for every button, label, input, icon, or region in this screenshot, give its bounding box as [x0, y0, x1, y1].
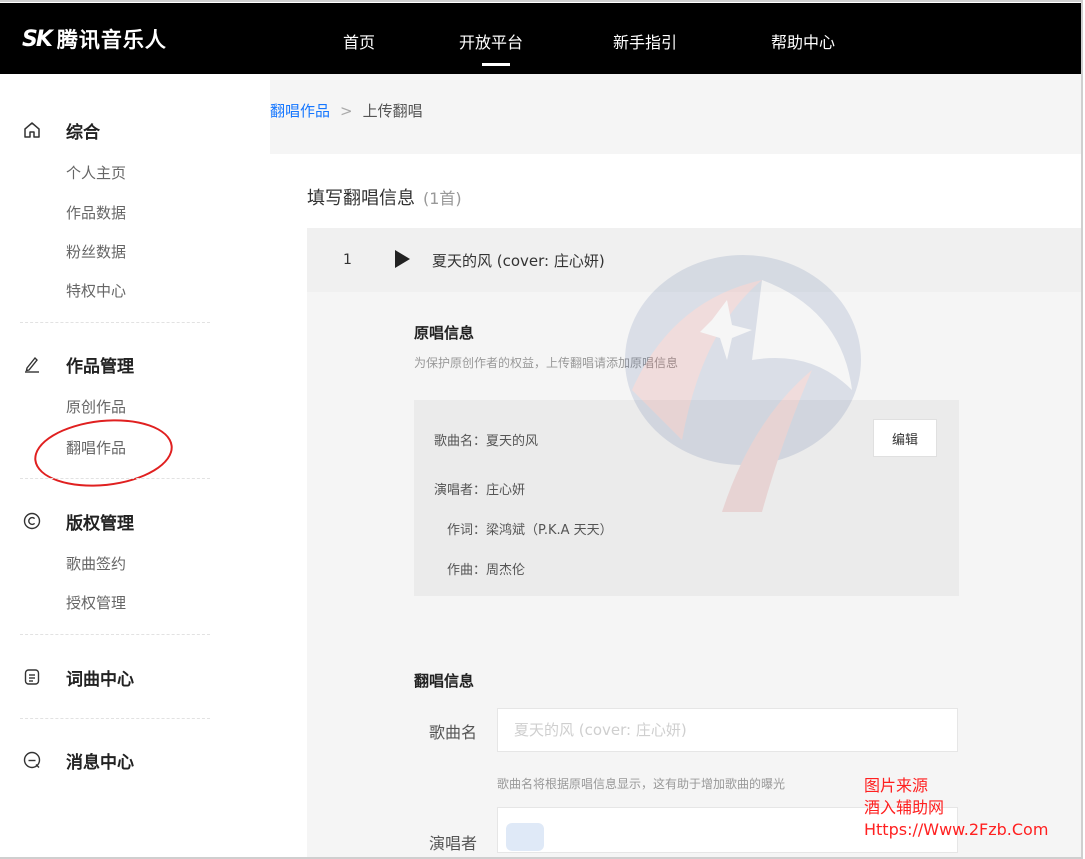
song-title: 夏天的风 (cover: 庄心妍): [432, 252, 605, 270]
song-count: (1首): [423, 189, 462, 208]
original-info-title: 原唱信息: [414, 324, 475, 342]
sidebar-item-work-data[interactable]: 作品数据: [66, 202, 126, 223]
sidebar-item-original-works[interactable]: 原创作品: [66, 396, 126, 417]
sidebar-divider: [20, 718, 210, 719]
singer-label: 演唱者: [429, 834, 478, 853]
sidebar-item-homepage[interactable]: 个人主页: [66, 162, 126, 183]
breadcrumb-separator: >: [340, 102, 353, 120]
sidebar-section-messages[interactable]: 消息中心: [20, 748, 134, 773]
home-icon: [20, 118, 44, 142]
upload-card: 填写翻唱信息 (1首) 1 夏天的风 (cover: 庄心妍) 原唱信息 为保护原…: [270, 154, 1081, 857]
original-lyricist: 作词：梁鸿斌（P.K.A 天天）: [447, 523, 613, 538]
copyright-icon: [20, 509, 44, 533]
stamp-line-1: 图片来源: [864, 776, 929, 795]
main-content: 翻唱作品 > 上传翻唱 填写翻唱信息 (1首) 1 夏天的风 (cover: 庄心妍)…: [270, 74, 1081, 857]
sidebar-divider: [20, 322, 210, 323]
sidebar-section-title: 词曲中心: [66, 669, 134, 690]
song-name-input[interactable]: [497, 708, 958, 752]
sidebar-divider: [20, 634, 210, 635]
document-icon: [20, 665, 44, 689]
logo[interactable]: ЅK 腾讯音乐人: [22, 25, 167, 53]
logo-text: 腾讯音乐人: [56, 28, 167, 52]
sidebar-item-fan-data[interactable]: 粉丝数据: [66, 241, 126, 262]
card-title: 填写翻唱信息 (1首): [307, 184, 462, 210]
sidebar-section-title: 综合: [66, 122, 100, 143]
sidebar-section-title: 版权管理: [66, 513, 134, 534]
card-title-text: 填写翻唱信息: [307, 188, 415, 209]
original-composer: 作曲：周杰伦: [447, 563, 526, 578]
original-info-box: 歌曲名：夏天的风 演唱者：庄心妍 作词：梁鸿斌（P.K.A 天天） 作曲：周杰伦…: [414, 400, 959, 596]
sidebar-section-copyright[interactable]: 版权管理: [20, 509, 134, 534]
sidebar: 综合 个人主页 作品数据 粉丝数据 特权中心 作品管理 原创作品 翻唱作品 版权…: [0, 74, 270, 857]
sidebar-item-privileges[interactable]: 特权中心: [66, 280, 126, 301]
sidebar-item-authorization[interactable]: 授权管理: [66, 592, 126, 613]
song-row[interactable]: 1 夏天的风 (cover: 庄心妍): [307, 228, 1081, 292]
song-name-label: 歌曲名: [429, 723, 478, 742]
sidebar-section-overview[interactable]: 综合: [20, 118, 100, 143]
song-name-help: 歌曲名将根据原唱信息显示，这有助于增加歌曲的曝光: [497, 777, 786, 791]
edit-button[interactable]: 编辑: [873, 419, 937, 457]
breadcrumb-current: 上传翻唱: [362, 102, 423, 120]
sidebar-divider: [20, 478, 210, 479]
source-stamp: 图片来源 酒入辅助网 Https://Www.2Fzb.Com: [864, 775, 1048, 841]
sidebar-section-works[interactable]: 作品管理: [20, 352, 134, 377]
sidebar-section-title: 作品管理: [66, 356, 134, 377]
nav-item-help-center[interactable]: 帮助中心: [771, 29, 835, 53]
message-icon: [20, 748, 44, 772]
song-index: 1: [343, 252, 352, 268]
red-circle-annotation: [30, 412, 177, 494]
stamp-line-3[interactable]: Https://Www.2Fzb.Com: [864, 819, 1048, 841]
nav-item-beginner-guide[interactable]: 新手指引: [613, 29, 677, 53]
breadcrumb: 翻唱作品 > 上传翻唱: [270, 100, 423, 121]
nav-item-home[interactable]: 首页: [343, 29, 375, 53]
pen-icon: [20, 352, 44, 376]
original-singer: 演唱者：庄心妍: [434, 483, 526, 498]
song-detail-panel: 原唱信息 为保护原创作者的权益，上传翻唱请添加原唱信息 歌曲名：夏天的风 演唱者…: [307, 292, 1081, 857]
play-icon[interactable]: [395, 250, 410, 268]
sidebar-section-lyrics[interactable]: 词曲中心: [20, 665, 134, 690]
nav-item-open-platform[interactable]: 开放平台: [459, 29, 523, 53]
nav-active-indicator: [482, 63, 510, 66]
sidebar-section-title: 消息中心: [66, 752, 134, 773]
sidebar-item-song-signing[interactable]: 歌曲签约: [66, 553, 126, 574]
cover-info-title: 翻唱信息: [414, 672, 475, 690]
original-info-hint: 为保护原创作者的权益，上传翻唱请添加原唱信息: [414, 356, 679, 370]
top-nav-bar: ЅK 腾讯音乐人 首页 开放平台 新手指引 帮助中心: [0, 3, 1081, 74]
original-song-name: 歌曲名：夏天的风: [434, 434, 539, 449]
stamp-line-2: 酒入辅助网: [864, 798, 945, 817]
logo-mark-icon: ЅK: [22, 26, 53, 52]
breadcrumb-link-cover-works[interactable]: 翻唱作品: [270, 102, 330, 120]
singer-avatar-chip[interactable]: [506, 823, 544, 851]
